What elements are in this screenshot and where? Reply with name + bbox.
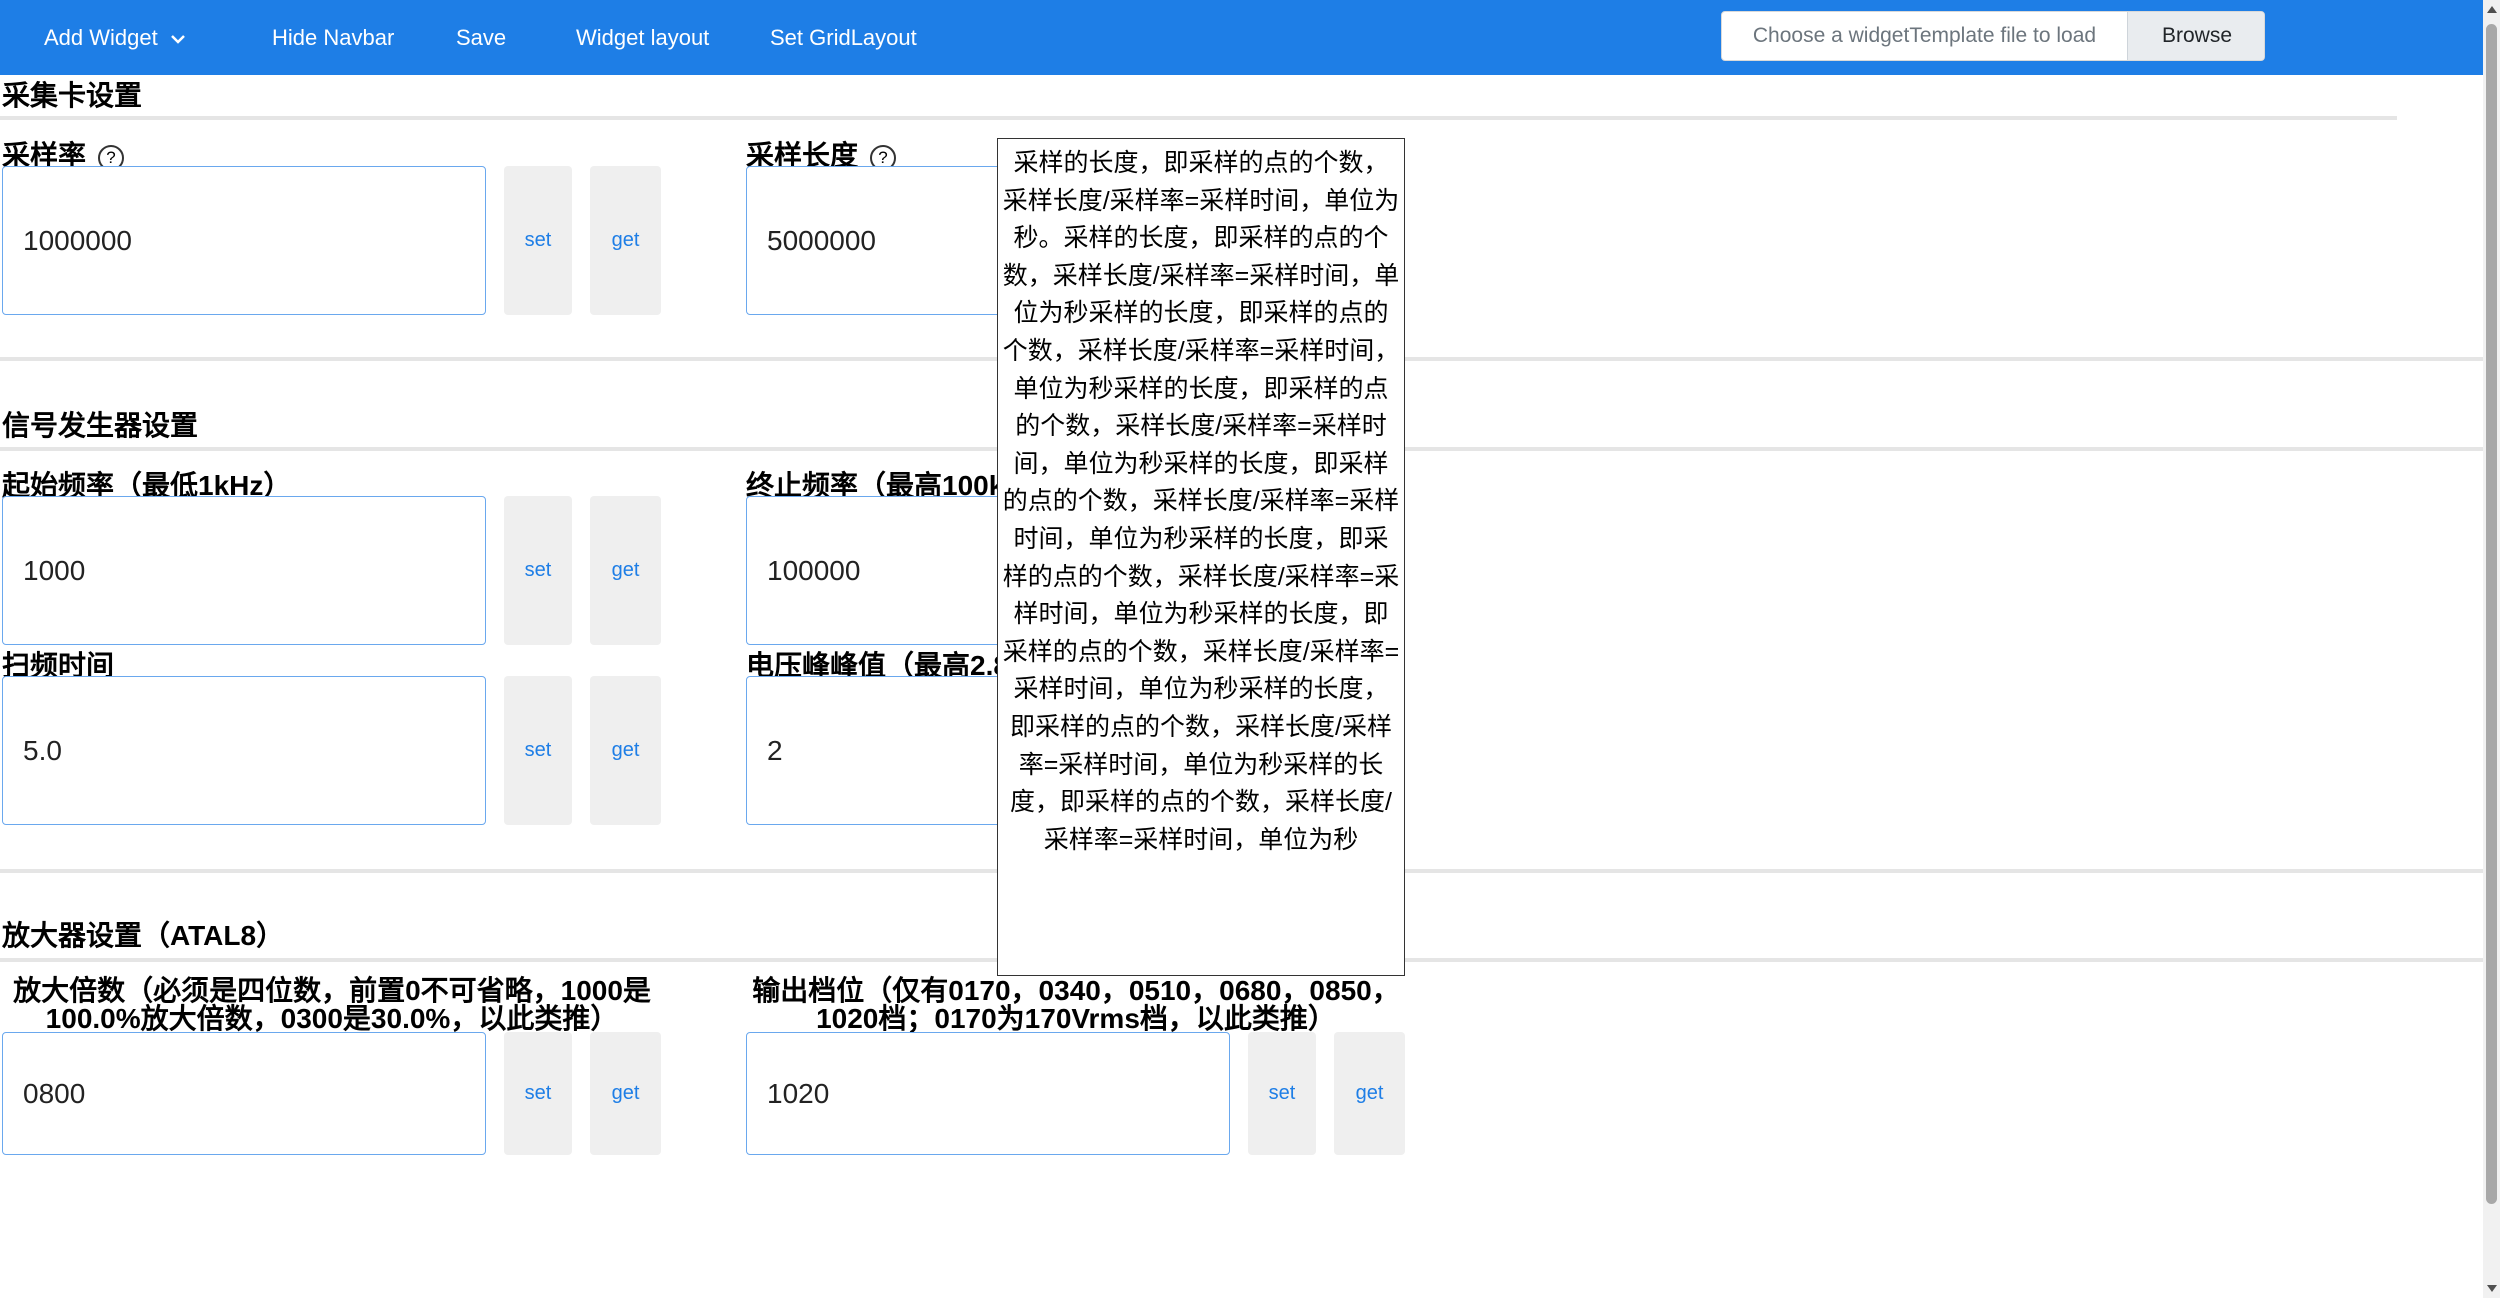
scrollbar-thumb[interactable] [2486,24,2497,1204]
output-range-label: 输出档位（仅有0170，0340，0510，0680，0850，1020档；01… [752,975,1400,1034]
sweep-time-set-button[interactable]: set [504,676,572,825]
sample-rate-set-button[interactable]: set [504,166,572,315]
gain-label: 放大倍数（必须是四位数，前置0不可省略，1000是100.0%放大倍数，0300… [13,975,651,1034]
widget-layout-button[interactable]: Widget layout [576,0,709,75]
start-frequency-get-button[interactable]: get [590,496,661,645]
output-range-set-button[interactable]: set [1248,1032,1316,1155]
navbar: Add Widget Hide Navbar Save Widget layou… [0,0,2483,75]
chevron-down-icon [170,35,185,44]
sweep-time-input[interactable] [2,676,486,825]
add-widget-dropdown[interactable]: Add Widget [44,0,186,75]
amplifier-section-title: 放大器设置（ATAL8） [2,920,285,951]
browse-button[interactable]: Browse [2127,12,2264,60]
add-widget-label: Add Widget [44,25,158,50]
sample-rate-input[interactable] [2,166,486,315]
sample-rate-get-button[interactable]: get [590,166,661,315]
file-input-placeholder: Choose a widgetTemplate file to load [1752,24,2097,47]
start-frequency-set-button[interactable]: set [504,496,572,645]
save-button[interactable]: Save [456,0,506,75]
gain-input[interactable] [2,1032,486,1155]
scroll-down-arrow-icon[interactable] [2487,1285,2497,1292]
hide-navbar-button[interactable]: Hide Navbar [272,0,394,75]
divider [0,116,2397,120]
set-gridlayout-button[interactable]: Set GridLayout [770,0,917,75]
output-range-get-button[interactable]: get [1334,1032,1405,1155]
signal-section-title: 信号发生器设置 [2,410,199,441]
acquisition-section-title: 采集卡设置 [2,80,143,111]
gain-get-button[interactable]: get [590,1032,661,1155]
widget-template-file-input[interactable]: Choose a widgetTemplate file to load Bro… [1721,11,2265,61]
help-tooltip: 采样的长度，即采样的点的个数，采样长度/采样率=采样时间，单位为秒。采样的长度，… [997,138,1405,976]
gain-set-button[interactable]: set [504,1032,572,1155]
sweep-time-get-button[interactable]: get [590,676,661,825]
start-frequency-input[interactable] [2,496,486,645]
scroll-up-arrow-icon[interactable] [2487,6,2497,13]
output-range-input[interactable] [746,1032,1230,1155]
